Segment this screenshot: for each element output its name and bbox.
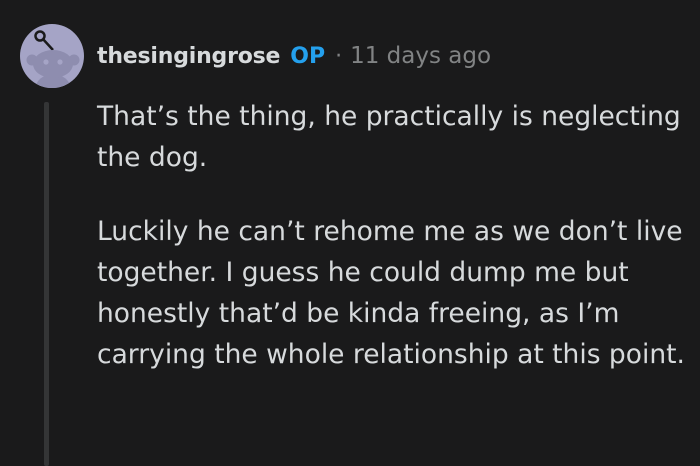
comment: thesingingrose OP · 11 days ago That’s t… [0, 0, 700, 466]
comment-body: That’s the thing, he practically is negl… [97, 96, 687, 375]
username-link[interactable]: thesingingrose [97, 44, 280, 69]
comment-paragraph: Luckily he can’t rehome me as we don’t l… [97, 216, 685, 370]
comment-timestamp[interactable]: 11 days ago [350, 43, 491, 69]
comment-paragraph: That’s the thing, he practically is negl… [97, 101, 681, 173]
op-badge: OP [290, 43, 326, 69]
meta-separator: · [335, 43, 343, 69]
user-avatar-icon[interactable] [20, 24, 84, 88]
thread-collapse-line[interactable] [44, 102, 49, 466]
comment-meta: thesingingrose OP · 11 days ago [97, 38, 491, 74]
